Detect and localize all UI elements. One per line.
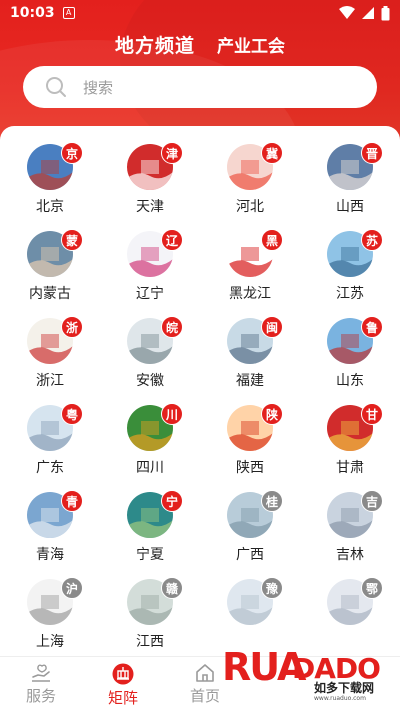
region-badge: 浙 <box>61 316 83 338</box>
region-badge: 冀 <box>261 142 283 164</box>
region-badge: 青 <box>61 490 83 512</box>
region-item[interactable]: 浙浙江 <box>0 314 100 401</box>
search-icon <box>46 77 66 97</box>
region-name: 福建 <box>236 373 264 389</box>
watermark-logo: RUA DADO 如多下载网 www.ruaduo.com <box>222 645 381 702</box>
notification-icon: A <box>62 7 75 19</box>
region-name: 山西 <box>336 199 364 215</box>
status-bar: 10:03 A <box>0 0 400 26</box>
region-name: 天津 <box>136 199 164 215</box>
region-item[interactable]: 京北京 <box>0 140 100 227</box>
region-item[interactable]: 苏江苏 <box>300 227 400 314</box>
region-item[interactable]: 晋山西 <box>300 140 400 227</box>
region-name: 陕西 <box>236 460 264 476</box>
region-item[interactable]: 青青海 <box>0 488 100 575</box>
tab-label: 服务 <box>25 687 56 705</box>
battery-icon <box>381 5 390 20</box>
region-name: 河北 <box>236 199 264 215</box>
region-badge: 京 <box>61 142 83 164</box>
search-placeholder: 搜索 <box>83 78 114 97</box>
region-badge: 陕 <box>261 403 283 425</box>
region-badge: 吉 <box>361 490 383 512</box>
region-item[interactable]: 沪上海 <box>0 575 100 656</box>
service-icon <box>32 664 50 682</box>
region-name: 安徽 <box>136 373 164 389</box>
region-badge: 闽 <box>261 316 283 338</box>
tab-label: 首页 <box>189 687 220 705</box>
region-badge: 桂 <box>261 490 283 512</box>
region-badge: 晋 <box>361 142 383 164</box>
region-badge: 苏 <box>361 229 383 251</box>
region-name: 北京 <box>36 199 64 215</box>
region-item[interactable]: 甘甘肃 <box>300 401 400 488</box>
region-badge: 甘 <box>361 403 383 425</box>
region-name: 内蒙古 <box>29 286 71 302</box>
region-name: 吉林 <box>336 547 364 563</box>
region-name: 广西 <box>236 547 264 563</box>
region-name: 甘肃 <box>336 460 364 476</box>
home-icon <box>196 664 214 682</box>
region-badge: 川 <box>161 403 183 425</box>
region-item[interactable]: 粤广东 <box>0 401 100 488</box>
region-badge: 豫 <box>261 577 283 599</box>
region-item[interactable]: 黑黑龙江 <box>200 227 300 314</box>
region-name: 青海 <box>36 547 64 563</box>
search-bar[interactable]: 搜索 <box>23 66 377 108</box>
region-name: 四川 <box>136 460 164 476</box>
region-name: 黑龙江 <box>229 286 271 302</box>
region-item[interactable]: 津天津 <box>100 140 200 227</box>
page-title[interactable]: 地方频道 <box>115 31 195 58</box>
title-bar: 地方频道 产业工会 <box>0 28 400 60</box>
region-name: 宁夏 <box>136 547 164 563</box>
status-icons <box>339 5 390 21</box>
industry-union-tab[interactable]: 产业工会 <box>217 32 285 57</box>
region-name: 山东 <box>336 373 364 389</box>
region-item[interactable]: 川四川 <box>100 401 200 488</box>
region-badge: 赣 <box>161 577 183 599</box>
region-name: 辽宁 <box>136 286 164 302</box>
region-item[interactable]: 桂广西 <box>200 488 300 575</box>
region-badge: 鲁 <box>361 316 383 338</box>
matrix-icon <box>112 663 134 685</box>
signal-icon <box>362 7 374 19</box>
region-item[interactable]: 皖安徽 <box>100 314 200 401</box>
region-grid: 京北京津天津冀河北晋山西蒙内蒙古辽辽宁黑黑龙江苏江苏浙浙江皖安徽闽福建鲁山东粤广… <box>0 140 400 656</box>
status-time: 10:03 <box>10 5 55 21</box>
region-name: 江苏 <box>336 286 364 302</box>
region-badge: 粤 <box>61 403 83 425</box>
tab-service[interactable]: 服务 <box>0 657 82 710</box>
region-badge: 鄂 <box>361 577 383 599</box>
region-badge: 黑 <box>261 229 283 251</box>
region-item[interactable]: 蒙内蒙古 <box>0 227 100 314</box>
region-name: 广东 <box>36 460 64 476</box>
region-name: 上海 <box>36 634 64 650</box>
region-item[interactable]: 冀河北 <box>200 140 300 227</box>
region-panel: 京北京津天津冀河北晋山西蒙内蒙古辽辽宁黑黑龙江苏江苏浙浙江皖安徽闽福建鲁山东粤广… <box>0 126 400 656</box>
tab-label: 矩阵 <box>107 689 138 707</box>
region-name: 江西 <box>136 634 164 650</box>
region-item[interactable]: 赣江西 <box>100 575 200 656</box>
svg-text:www.ruaduo.com: www.ruaduo.com <box>314 695 366 702</box>
tab-matrix[interactable]: 矩阵 <box>82 657 164 710</box>
region-badge: 宁 <box>161 490 183 512</box>
region-name: 浙江 <box>36 373 64 389</box>
region-badge: 蒙 <box>61 229 83 251</box>
region-item[interactable]: 鲁山东 <box>300 314 400 401</box>
region-item[interactable]: 宁宁夏 <box>100 488 200 575</box>
region-badge: 皖 <box>161 316 183 338</box>
region-item[interactable]: 闽福建 <box>200 314 300 401</box>
region-item[interactable]: 吉吉林 <box>300 488 400 575</box>
region-badge: 津 <box>161 142 183 164</box>
region-item[interactable]: 辽辽宁 <box>100 227 200 314</box>
region-badge: 辽 <box>161 229 183 251</box>
region-item[interactable]: 陕陕西 <box>200 401 300 488</box>
region-badge: 沪 <box>61 577 83 599</box>
wifi-icon <box>339 6 355 19</box>
svg-text:如多下载网: 如多下载网 <box>314 680 374 695</box>
